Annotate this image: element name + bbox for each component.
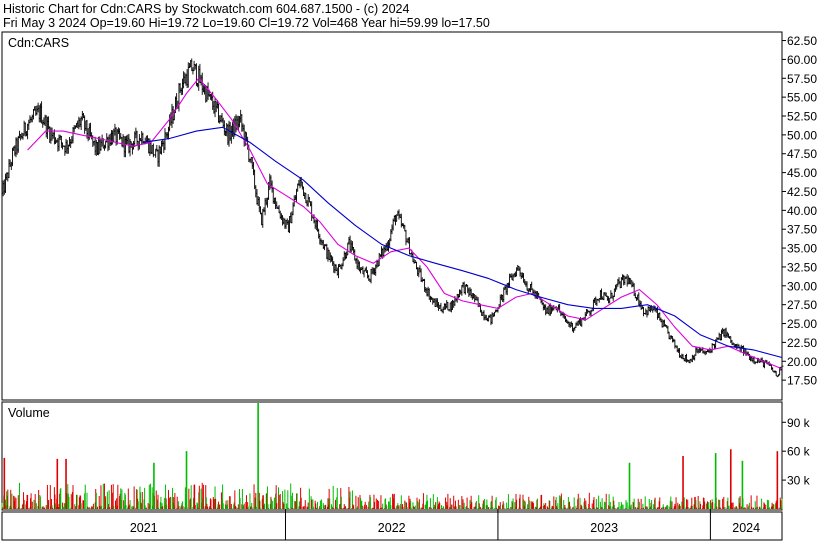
price-y-tick-label: 62.50 <box>787 34 817 48</box>
volume-y-tick-label: 30 k <box>787 474 811 488</box>
chart-header-line2: Fri May 3 2024 Op=19.60 Hi=19.72 Lo=19.6… <box>3 16 490 30</box>
price-y-tick-label: 22.50 <box>787 336 817 350</box>
price-y-axis: 62.50 60.00 57.50 55.00 52.50 50.00 47.50 45.00… <box>782 34 817 388</box>
price-panel-frame <box>1 31 783 401</box>
price-y-tick-label: 52.50 <box>787 110 817 124</box>
time-axis-label: 2023 <box>590 521 618 535</box>
price-y-tick-label: 45.00 <box>787 166 817 180</box>
volume-y-axis: 90 k 60 k 30 k <box>782 416 811 488</box>
price-panel-title: Cdn:CARS <box>8 36 69 50</box>
time-axis-label: 2021 <box>130 521 158 535</box>
price-y-tick-label: 40.00 <box>787 204 817 218</box>
price-y-tick-label: 20.00 <box>787 355 817 369</box>
price-y-tick-label: 35.00 <box>787 242 817 256</box>
chart-header-line1: Historic Chart for Cdn:CARS by Stockwatc… <box>3 2 409 16</box>
chart-canvas: Historic Chart for Cdn:CARS by Stockwatc… <box>1 2 817 541</box>
stock-chart: Historic Chart for Cdn:CARS by Stockwatc… <box>0 0 830 543</box>
time-axis-label: 2022 <box>378 521 406 535</box>
price-y-tick-label: 30.00 <box>787 279 817 293</box>
price-y-tick-label: 37.50 <box>787 223 817 237</box>
price-y-tick-label: 27.50 <box>787 298 817 312</box>
price-y-tick-label: 32.50 <box>787 260 817 274</box>
price-y-tick-label: 57.50 <box>787 72 817 86</box>
price-y-tick-label: 55.00 <box>787 91 817 105</box>
price-y-tick-label: 42.50 <box>787 185 817 199</box>
volume-panel-frame <box>1 401 783 511</box>
volume-y-tick-label: 60 k <box>787 445 811 459</box>
time-axis-label: 2024 <box>732 521 760 535</box>
price-y-tick-label: 47.50 <box>787 147 817 161</box>
price-y-tick-label: 60.00 <box>787 53 817 67</box>
price-y-tick-label: 25.00 <box>787 317 817 331</box>
volume-y-tick-label: 90 k <box>787 416 811 430</box>
price-bar <box>781 364 784 372</box>
price-y-tick-label: 50.00 <box>787 128 817 142</box>
price-y-tick-label: 17.50 <box>787 374 817 388</box>
volume-panel-title: Volume <box>8 406 50 420</box>
